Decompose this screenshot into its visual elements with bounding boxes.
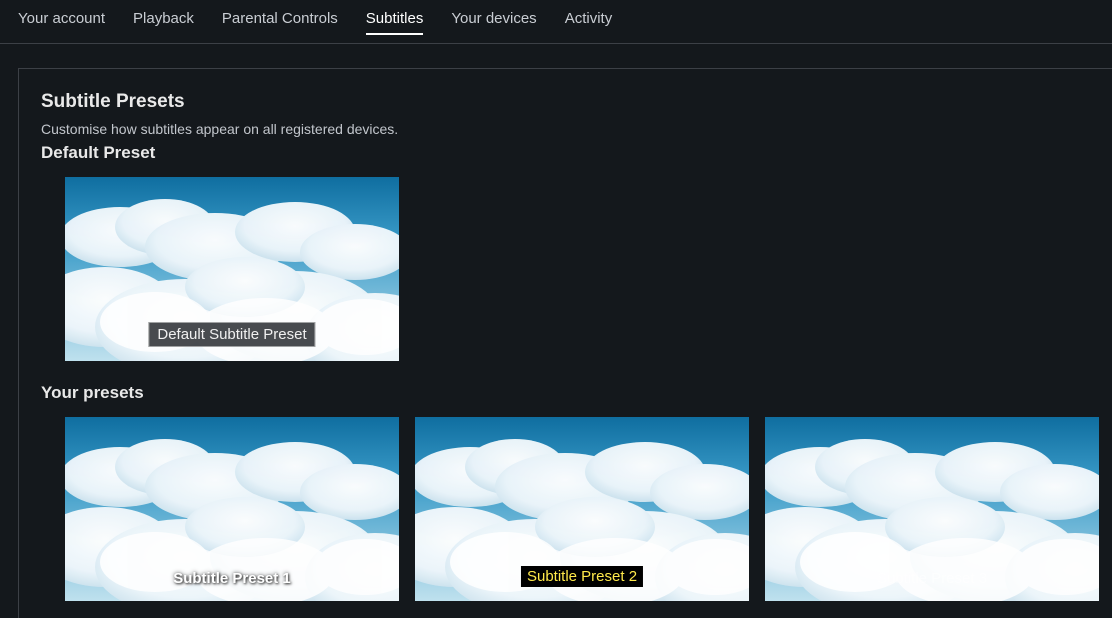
preset-2-caption: Subtitle Preset 2: [521, 566, 643, 587]
preset-card-3[interactable]: Subtitle Preset 3: [765, 417, 1099, 601]
tab-your-devices[interactable]: Your devices: [451, 10, 536, 35]
default-preset-card[interactable]: Default Subtitle Preset: [65, 177, 399, 361]
your-presets-row: Subtitle Preset 1 Subtitle Preset 2 Subt…: [41, 417, 1112, 601]
settings-tabbar: Your account Playback Parental Controls …: [0, 0, 1112, 44]
tab-activity[interactable]: Activity: [565, 10, 613, 35]
tab-your-account[interactable]: Your account: [18, 10, 105, 35]
your-presets-heading: Your presets: [41, 383, 1112, 403]
section-title: Subtitle Presets: [41, 91, 1112, 113]
section-description: Customise how subtitles appear on all re…: [41, 121, 1112, 137]
preset-card-2[interactable]: Subtitle Preset 2: [415, 417, 749, 601]
tab-playback[interactable]: Playback: [133, 10, 194, 35]
default-preset-heading: Default Preset: [41, 143, 1112, 163]
tab-parental-controls[interactable]: Parental Controls: [222, 10, 338, 35]
subtitles-panel: Subtitle Presets Customise how subtitles…: [18, 68, 1112, 618]
tab-subtitles[interactable]: Subtitles: [366, 10, 424, 35]
preset-1-caption: Subtitle Preset 1: [173, 570, 291, 587]
default-preset-row: Default Subtitle Preset: [41, 177, 1112, 361]
default-preset-caption: Default Subtitle Preset: [148, 322, 315, 347]
preset-3-caption: Subtitle Preset 3: [877, 570, 987, 587]
preset-card-1[interactable]: Subtitle Preset 1: [65, 417, 399, 601]
